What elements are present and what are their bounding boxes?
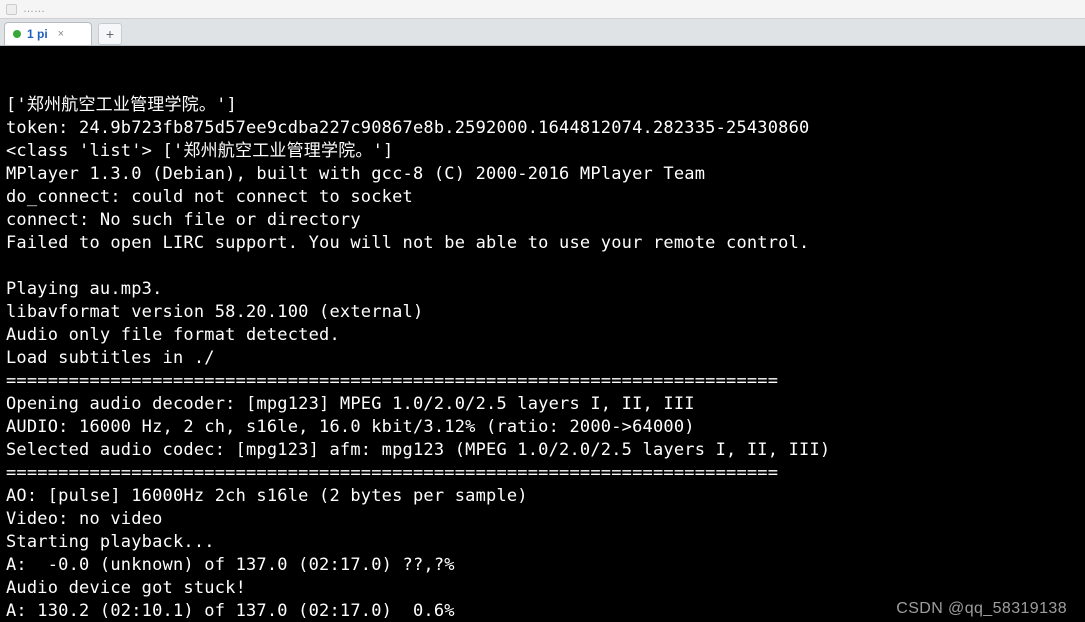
terminal-line: do_connect: could not connect to socket (6, 186, 1079, 209)
window-titlebar: …… (0, 0, 1085, 19)
terminal-line: token: 24.9b723fb875d57ee9cdba227c90867e… (6, 117, 1079, 140)
terminal-line: ========================================… (6, 370, 1079, 393)
window-control-icon (6, 4, 17, 15)
terminal-line: libavformat version 58.20.100 (external) (6, 301, 1079, 324)
terminal-line: Failed to open LIRC support. You will no… (6, 232, 1079, 255)
titlebar-hint: …… (23, 3, 45, 15)
terminal-line: Starting playback... (6, 531, 1079, 554)
plus-icon: + (106, 26, 114, 42)
terminal-line: connect: No such file or directory (6, 209, 1079, 232)
terminal-line: AO: [pulse] 16000Hz 2ch s16le (2 bytes p… (6, 485, 1079, 508)
terminal-line: Video: no video (6, 508, 1079, 531)
terminal-line: Audio only file format detected. (6, 324, 1079, 347)
tab-bar: 1 pi × + (0, 19, 1085, 46)
tab-session-1[interactable]: 1 pi × (4, 22, 92, 45)
terminal-line: Selected audio codec: [mpg123] afm: mpg1… (6, 439, 1079, 462)
terminal-line: Opening audio decoder: [mpg123] MPEG 1.0… (6, 393, 1079, 416)
terminal-line: AUDIO: 16000 Hz, 2 ch, s16le, 16.0 kbit/… (6, 416, 1079, 439)
close-icon[interactable]: × (58, 28, 64, 40)
status-dot-icon (13, 30, 21, 38)
terminal-line: A: -0.0 (unknown) of 137.0 (02:17.0) ??,… (6, 554, 1079, 577)
terminal-line (6, 255, 1079, 278)
terminal-line: MPlayer 1.3.0 (Debian), built with gcc-8… (6, 163, 1079, 186)
terminal-output[interactable]: ['郑州航空工业管理学院。']token: 24.9b723fb875d57ee… (0, 46, 1085, 622)
terminal-line: Playing au.mp3. (6, 278, 1079, 301)
terminal-line: ['郑州航空工业管理学院。'] (6, 94, 1079, 117)
terminal-line: A: 130.2 (02:10.1) of 137.0 (02:17.0) 0.… (6, 600, 1079, 622)
terminal-line: Load subtitles in ./ (6, 347, 1079, 370)
terminal-line: ========================================… (6, 462, 1079, 485)
terminal-line: Audio device got stuck! (6, 577, 1079, 600)
tab-label: 1 pi (27, 27, 48, 41)
terminal-line: <class 'list'> ['郑州航空工业管理学院。'] (6, 140, 1079, 163)
new-tab-button[interactable]: + (98, 23, 122, 45)
